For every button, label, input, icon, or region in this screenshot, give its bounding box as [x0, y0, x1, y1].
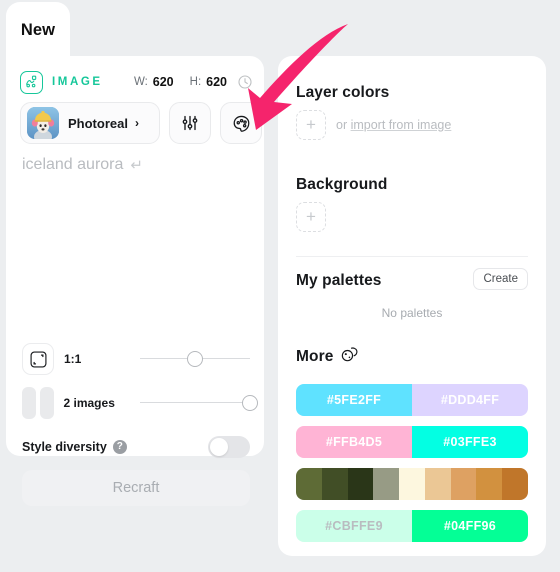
enter-key-icon: ↵ [130, 157, 143, 174]
model-name: Photoreal [68, 115, 128, 131]
palette-swatch[interactable]: #03FFE3 [412, 426, 528, 458]
dice-icon[interactable] [340, 346, 360, 368]
palette-row-3[interactable]: #CBFFE9 #04FF96 [296, 510, 528, 542]
my-palettes-title: My palettes [296, 272, 382, 289]
slider-track [140, 402, 250, 404]
background-add-row: + [296, 202, 326, 232]
image-count-label: 2 images [63, 396, 115, 410]
palette-swatch[interactable] [296, 468, 322, 500]
dimensions-group: W: 620 H: 620 [134, 75, 252, 89]
more-header: More [296, 346, 360, 368]
style-diversity-toggle[interactable] [208, 436, 250, 458]
image-count-row: 2 images [22, 386, 258, 420]
slider-thumb[interactable] [242, 395, 258, 411]
aspect-ratio-row: 1:1 [22, 342, 250, 376]
import-from-image-link[interactable]: import from image [351, 118, 452, 132]
slider-thumb[interactable] [187, 351, 203, 367]
two-images-icon [22, 387, 54, 419]
prompt-placeholder: iceland aurora [22, 156, 124, 173]
model-selector[interactable]: Photoreal › [20, 102, 160, 144]
palette-swatch[interactable] [476, 468, 503, 500]
palette-swatch[interactable]: #CBFFE9 [296, 510, 412, 542]
aspect-ratio-label: 1:1 [64, 352, 82, 366]
image-node-icon [20, 70, 43, 94]
aspect-ratio-slider[interactable] [140, 349, 250, 369]
no-palettes-text: No palettes [381, 306, 443, 320]
section-divider [296, 256, 528, 257]
palette-swatch[interactable] [373, 468, 400, 500]
style-diversity-label: Style diversity [22, 440, 107, 454]
create-palette-label: Create [483, 273, 518, 285]
crop-frame-icon[interactable] [22, 343, 54, 375]
palette-swatch[interactable]: #FFB4D5 [296, 426, 412, 458]
tab-new[interactable]: New [6, 2, 70, 58]
palette-swatch[interactable] [450, 468, 477, 500]
background-title: Background [296, 176, 388, 193]
or-label: or [336, 118, 351, 132]
recraft-button-label: Recraft [112, 480, 160, 496]
height-key: H: [189, 76, 202, 88]
palette-swatch[interactable]: #DDD4FF [412, 384, 528, 416]
model-row: Photoreal › [20, 102, 262, 144]
import-from-image-text: or import from image [336, 118, 451, 132]
palette-icon[interactable] [220, 102, 262, 144]
style-diversity-row: Style diversity ? [22, 434, 250, 460]
palette-swatch[interactable]: #5FE2FF [296, 384, 412, 416]
chevron-right-icon: › [134, 116, 139, 130]
generation-panel: IMAGE W: 620 H: 620 Photoreal › iceland … [6, 56, 264, 506]
plus-icon[interactable]: + [296, 202, 326, 232]
palette-row-0[interactable]: #5FE2FF #DDD4FF [296, 384, 528, 416]
recraft-button[interactable]: Recraft [22, 470, 250, 506]
palette-swatch[interactable] [424, 468, 451, 500]
colors-panel: Layer colors + or import from image Back… [278, 56, 546, 556]
palette-row-2[interactable] [296, 468, 528, 500]
width-key: W: [133, 76, 148, 88]
plus-icon[interactable]: + [296, 110, 326, 140]
prompt-area[interactable]: iceland aurora ↵ [22, 156, 250, 306]
palette-swatch[interactable] [399, 468, 425, 500]
question-mark-icon[interactable]: ? [112, 440, 127, 454]
palette-row-1[interactable]: #FFB4D5 #03FFE3 [296, 426, 528, 458]
palette-swatch[interactable] [502, 468, 528, 500]
image-count-slider[interactable] [140, 393, 258, 413]
palette-swatch[interactable] [347, 468, 374, 500]
app-root: New IMAGE W: 620 H: 620 Photoreal › icel… [0, 0, 560, 572]
palette-swatch[interactable]: #04FF96 [412, 510, 528, 542]
image-type-label: IMAGE [52, 76, 103, 88]
tab-new-label: New [20, 20, 56, 39]
sliders-icon[interactable] [169, 102, 211, 144]
height-value[interactable]: 620 [206, 75, 227, 89]
layer-colors-title: Layer colors [296, 84, 390, 101]
layer-colors-add-row: + or import from image [296, 110, 451, 140]
more-title: More [296, 348, 334, 365]
dog-thumbnail [27, 107, 59, 139]
image-type-row: IMAGE W: 620 H: 620 [20, 70, 252, 94]
width-value[interactable]: 620 [153, 75, 174, 89]
palette-swatch[interactable] [321, 468, 348, 500]
prompt-input[interactable]: iceland aurora ↵ [22, 156, 250, 174]
palette-list: #5FE2FF #DDD4FF #FFB4D5 #03FFE3 #CBFFE9 #04… [296, 384, 528, 552]
create-palette-button[interactable]: Create [473, 268, 528, 290]
clock-icon[interactable] [238, 75, 252, 89]
